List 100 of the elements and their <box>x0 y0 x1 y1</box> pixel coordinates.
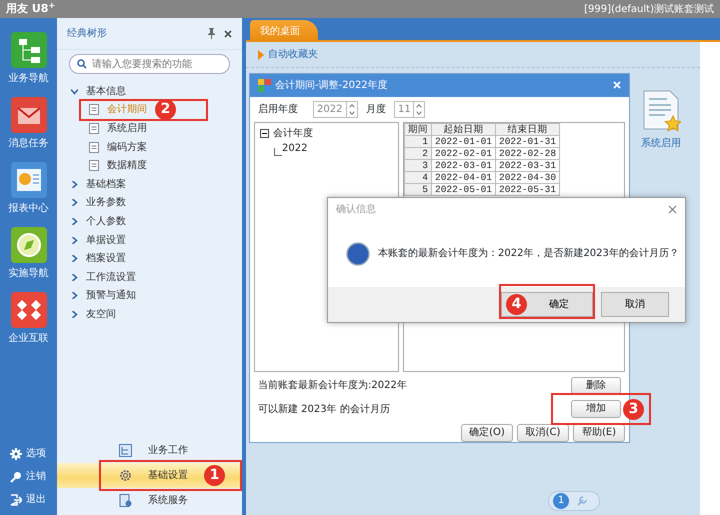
table-cell: 2022-03-01 <box>432 160 496 172</box>
field-label: 月度 <box>366 102 386 117</box>
dialog-button[interactable]: 取消 <box>601 292 669 317</box>
app-title: 用友 U8$^{+}$ <box>6 0 56 17</box>
folder-tree-icon <box>10 32 46 68</box>
dialog-button[interactable]: 取消(C) <box>517 424 569 442</box>
table-cell: 2022-02-28 <box>496 148 560 160</box>
table-cell: 2022-05-01 <box>432 184 496 196</box>
table-cell: 2 <box>404 148 432 160</box>
pin-icon[interactable] <box>207 28 216 39</box>
diamonds-icon <box>10 292 46 328</box>
key-icon <box>10 470 22 482</box>
desktop-shortcut[interactable]: 系统启用 <box>641 136 681 151</box>
document-icon <box>89 104 99 116</box>
chevron-right-icon <box>71 292 78 300</box>
chevron-right-icon <box>71 218 78 225</box>
report-icon <box>10 162 46 198</box>
tree-item[interactable]: 预警与通知 <box>86 288 136 304</box>
dialog-button[interactable]: 确定(O) <box>461 424 513 442</box>
nav-label[interactable]: 报表中心 <box>8 201 48 216</box>
gear-icon <box>10 448 22 460</box>
document-icon <box>89 160 99 172</box>
month-field[interactable]: 11 <box>394 100 414 118</box>
dialog-button[interactable]: 增加 <box>571 400 621 418</box>
table-cell: 2022-05-31 <box>496 184 560 196</box>
table-cell: 5 <box>404 184 432 196</box>
dialog-title: 会计期间-调整-2022年度 <box>275 78 388 93</box>
dialog-title: 确认信息 <box>336 202 376 216</box>
tree-item[interactable]: 数据精度 <box>107 158 147 174</box>
gear-icon <box>119 469 132 482</box>
account-name: [999](default)测试账套测试 <box>584 2 714 16</box>
status-text: 可以新建 2023年 的会计月历 <box>258 402 390 417</box>
search-field[interactable]: 请输入您要搜索的功能 <box>69 54 230 74</box>
spinner-icon[interactable] <box>414 100 425 118</box>
close-icon[interactable] <box>668 204 677 214</box>
exit-icon <box>10 494 22 506</box>
tree-item[interactable]: 单据设置 <box>86 232 126 248</box>
tree-item[interactable]: 编码方案 <box>107 140 147 155</box>
tree-item[interactable]: 工作流设置 <box>86 270 136 285</box>
tree-line-icon <box>274 148 282 156</box>
dialog-button[interactable]: 删除 <box>571 376 621 395</box>
document-icon <box>89 142 99 153</box>
calendar-grid-icon <box>258 78 271 92</box>
tree-item[interactable]: 友空间 <box>86 306 116 322</box>
rail-link[interactable]: 注销 <box>26 469 46 484</box>
compass-icon <box>10 227 46 263</box>
column-header: 结束日期 <box>496 124 560 136</box>
status-text: 当前账套最新会计年度为:2022年 <box>258 378 407 394</box>
panel-title: 经典树形 <box>67 26 107 41</box>
tree-item[interactable]: 基本信息 <box>86 84 126 99</box>
table-cell: 2022-04-01 <box>432 172 496 184</box>
rail-link[interactable]: 退出 <box>26 492 46 507</box>
table-cell: 2022-01-31 <box>496 136 560 148</box>
table-cell: 3 <box>404 160 432 172</box>
year-field[interactable]: 2022 <box>313 100 347 118</box>
tree-item[interactable]: 系统启用 <box>107 120 147 136</box>
table-cell: 2022-02-01 <box>432 148 496 160</box>
table-cell: 1 <box>404 136 432 148</box>
column-header: 起始日期 <box>432 124 496 136</box>
spinner-icon[interactable] <box>347 100 358 118</box>
tree-node[interactable]: 会计年度 <box>273 126 313 142</box>
envelope-icon <box>10 97 46 133</box>
document-icon <box>89 122 99 134</box>
chevron-right-icon <box>71 236 78 244</box>
module-link[interactable]: 系统服务 <box>148 493 188 508</box>
tree-item[interactable]: 档案设置 <box>86 251 126 266</box>
table-cell: 2022-01-01 <box>432 136 496 148</box>
collapse-icon <box>260 129 269 138</box>
column-header: 期间 <box>404 124 432 136</box>
favorites-link[interactable]: 自动收藏夹 <box>268 47 318 62</box>
rail-link[interactable]: 选项 <box>26 446 46 461</box>
nav-label[interactable]: 实施导航 <box>8 266 48 281</box>
triangle-icon <box>258 50 264 60</box>
wrench-icon <box>577 496 587 506</box>
confirm-message: 本账套的最新会计年度为：2022年，是否新建2023年的会计月历？ <box>378 246 679 261</box>
chevron-down-icon <box>71 88 78 95</box>
nav-label[interactable]: 企业互联 <box>8 331 48 346</box>
close-icon[interactable] <box>224 30 232 38</box>
tree-item[interactable]: 基础档案 <box>86 176 126 192</box>
module-tab[interactable]: 基础设置 1 <box>57 463 242 488</box>
step-number: 3 <box>623 398 644 420</box>
chevron-right-icon <box>71 255 78 262</box>
step-number: 1 <box>204 465 225 486</box>
nav-label[interactable]: 消息任务 <box>8 136 48 151</box>
tree-item[interactable]: 个人参数 <box>86 214 126 229</box>
chevron-right-icon <box>71 180 78 188</box>
server-icon <box>119 494 132 507</box>
chevron-right-icon <box>71 310 78 318</box>
field-label: 启用年度 <box>258 102 299 117</box>
table-cell: 2022-03-31 <box>496 160 560 172</box>
table-cell: 4 <box>404 172 432 184</box>
nav-label[interactable]: 业务导航 <box>8 71 48 86</box>
page-dot[interactable]: 1 <box>553 493 569 509</box>
table-cell: 2022-04-30 <box>496 172 560 184</box>
module-link[interactable]: 业务工作 <box>148 443 188 458</box>
tree-window-icon <box>119 444 132 457</box>
chevron-right-icon <box>71 199 78 206</box>
tree-item[interactable]: 业务参数 <box>86 195 126 210</box>
tree-node[interactable]: 2022 <box>282 141 308 156</box>
chevron-right-icon <box>71 274 78 281</box>
